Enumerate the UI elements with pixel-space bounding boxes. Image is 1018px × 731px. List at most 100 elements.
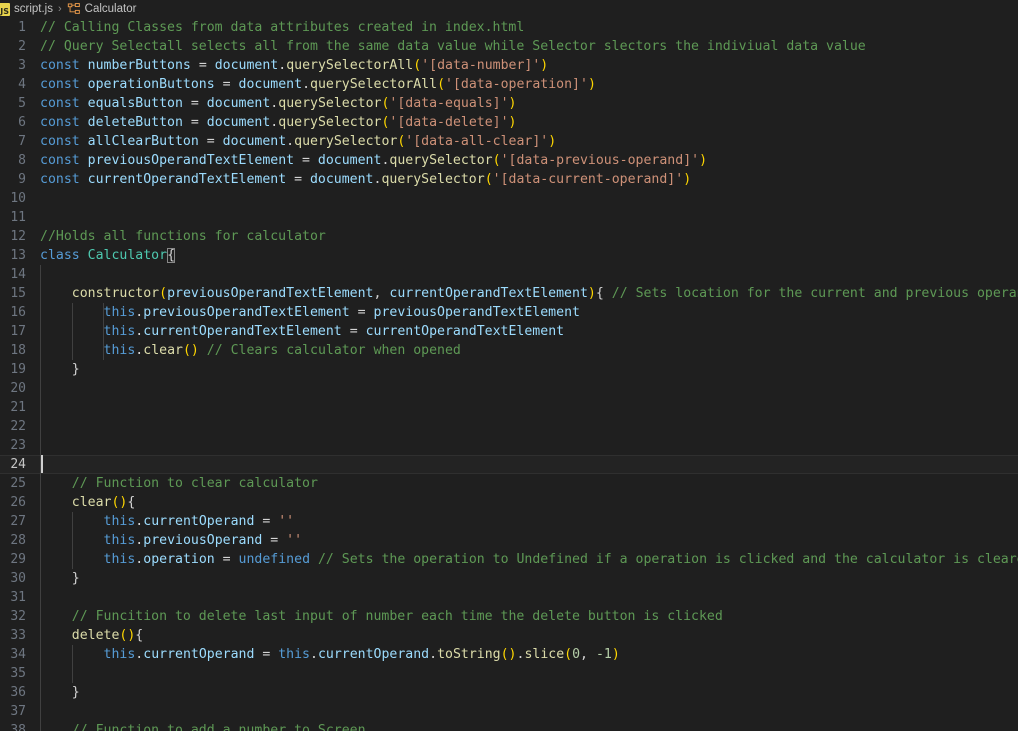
token-pun: = [341, 324, 366, 339]
code-line[interactable]: 9 const currentOperandTextElement = docum… [0, 170, 1018, 189]
token-brk1: ) [540, 58, 549, 73]
token-pun [40, 609, 72, 624]
code-line[interactable]: 37 [0, 702, 1018, 721]
code-line[interactable]: 10 [0, 189, 1018, 208]
code-text: // Calling Classes from data attributes … [40, 18, 1018, 37]
code-line[interactable]: 19 } [0, 360, 1018, 379]
code-line[interactable]: 5 const equalsButton = document.querySele… [0, 94, 1018, 113]
token-pun [40, 476, 72, 491]
code-line[interactable]: 15 constructor(previousOperandTextElemen… [0, 284, 1018, 303]
code-line[interactable]: 1 // Calling Classes from data attributes… [0, 18, 1018, 37]
token-brk1: ) [587, 286, 596, 301]
code-line[interactable]: 4 const operationButtons = document.query… [0, 75, 1018, 94]
line-number: 9 [18, 172, 26, 187]
indent-guide [40, 265, 41, 284]
code-text: const deleteButton = document.querySelec… [40, 113, 1018, 132]
code-line[interactable]: 8 const previousOperandTextElement = docu… [0, 151, 1018, 170]
line-number: 31 [10, 590, 26, 605]
code-line[interactable]: 26 clear(){ [0, 493, 1018, 512]
token-num: -1 [595, 647, 612, 662]
code-line[interactable]: 16 this.previousOperandTextElement = pre… [0, 303, 1018, 322]
token-kw: this [103, 514, 136, 529]
code-line[interactable]: 7 const allClearButton = document.querySe… [0, 132, 1018, 151]
code-line[interactable]: 23 [0, 436, 1018, 455]
token-kw: this [103, 343, 136, 358]
indent-guide [40, 702, 41, 721]
code-line[interactable]: 6 const deleteButton = document.querySele… [0, 113, 1018, 132]
code-line[interactable]: 22 [0, 417, 1018, 436]
code-text: // Function to clear calculator [40, 474, 1018, 493]
code-line[interactable]: 25 // Function to clear calculator [0, 474, 1018, 493]
token-str: '' [278, 514, 295, 529]
token-kw: this [278, 647, 310, 662]
code-line[interactable]: 2 // Query Selectall selects all from the… [0, 37, 1018, 56]
code-text: } [40, 569, 1018, 588]
line-number: 6 [18, 115, 26, 130]
token-pun [80, 96, 88, 111]
code-line[interactable]: 34 this.currentOperand = this.currentOpe… [0, 645, 1018, 664]
token-brk1: ( [564, 647, 573, 662]
code-line[interactable]: 32 // Funcition to delete last input of … [0, 607, 1018, 626]
token-brk1: () [111, 495, 128, 510]
code-line[interactable]: 31 [0, 588, 1018, 607]
code-line[interactable]: 12 //Holds all functions for calculator [0, 227, 1018, 246]
code-text: this.currentOperand = this.currentOperan… [40, 645, 1018, 664]
code-line[interactable]: 27 this.currentOperand = '' [0, 512, 1018, 531]
code-line[interactable]: 14 [0, 265, 1018, 284]
code-line[interactable]: 24 [0, 455, 1018, 474]
breadcrumb-item-file[interactable]: JS script.js [0, 2, 55, 16]
token-var: deleteButton [87, 115, 183, 130]
token-str: '[data-operation]' [445, 77, 588, 92]
code-line[interactable]: 30 } [0, 569, 1018, 588]
token-cmt: // Sets location for the current and pre… [611, 286, 1018, 301]
code-line[interactable]: 11 [0, 208, 1018, 227]
code-line[interactable]: 38 // Function to add a number to Screen [0, 721, 1018, 731]
token-pun: = [294, 153, 318, 168]
code-line[interactable]: 29 this.operation = undefined // Sets th… [0, 550, 1018, 569]
line-number: 34 [10, 647, 26, 662]
code-line[interactable]: 21 [0, 398, 1018, 417]
line-number: 17 [10, 324, 26, 339]
token-pun [40, 324, 104, 339]
token-str: '' [286, 533, 303, 548]
code-line[interactable]: 13 class Calculator{ [0, 246, 1018, 265]
code-line[interactable]: 36 } [0, 683, 1018, 702]
code-editor[interactable]: 1 // Calling Classes from data attributes… [0, 18, 1018, 731]
code-text: this.operation = undefined // Sets the o… [40, 550, 1018, 569]
token-str: '[data-equals]' [389, 96, 509, 111]
code-text: // Query Selectall selects all from the … [40, 37, 1018, 56]
token-fn: querySelector [294, 134, 398, 149]
code-line[interactable]: 35 [0, 664, 1018, 683]
token-kw: undefined [238, 552, 311, 567]
code-line[interactable]: 3 const numberButtons = document.querySel… [0, 56, 1018, 75]
code-text: const currentOperandTextElement = docume… [40, 170, 1018, 189]
token-kw: const [40, 77, 80, 92]
token-pun: } [40, 685, 80, 700]
token-pun [40, 495, 72, 510]
token-cmt: // Funcition to delete last input of num… [71, 609, 723, 624]
code-line[interactable]: 33 delete(){ [0, 626, 1018, 645]
token-fn: slice [524, 647, 565, 662]
code-lines-container[interactable]: 1 // Calling Classes from data attributes… [0, 18, 1018, 731]
token-brk1: ) [508, 115, 517, 130]
token-pun: , [373, 286, 390, 301]
token-fn: querySelectorAll [286, 58, 414, 73]
token-kw: const [40, 115, 80, 130]
token-cls: Calculator [87, 248, 168, 263]
line-number: 29 [10, 552, 26, 567]
token-kw: this [103, 324, 136, 339]
breadcrumb-item-symbol[interactable]: Calculator [65, 2, 139, 16]
token-pun [40, 305, 104, 320]
code-line[interactable]: 20 [0, 379, 1018, 398]
code-line[interactable]: 17 this.currentOperandTextElement = curr… [0, 322, 1018, 341]
indent-guide [71, 664, 73, 683]
code-text: const allClearButton = document.querySel… [40, 132, 1018, 151]
line-number: 20 [10, 381, 26, 396]
code-line[interactable]: 18 this.clear() // Clears calculator whe… [0, 341, 1018, 360]
code-line[interactable]: 28 this.previousOperand = '' [0, 531, 1018, 550]
token-var: document [309, 172, 374, 187]
token-pun [40, 514, 104, 529]
token-pun [199, 343, 207, 358]
indent-guide [40, 398, 41, 417]
token-cmt: // Calling Classes from data attributes … [40, 20, 525, 35]
